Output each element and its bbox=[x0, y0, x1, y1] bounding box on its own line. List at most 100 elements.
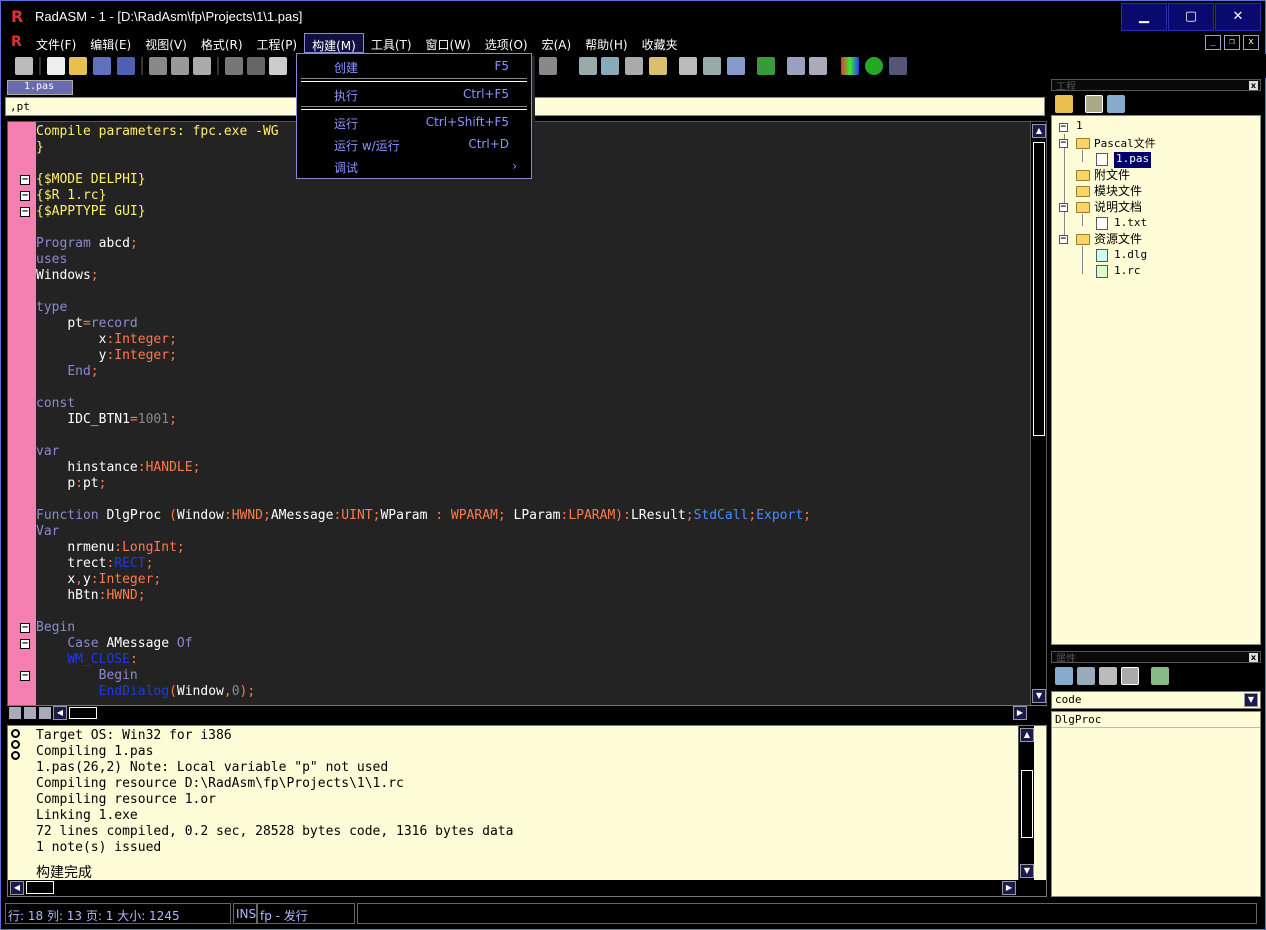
copy-icon[interactable] bbox=[171, 57, 189, 75]
menu-view[interactable]: 视图(V) bbox=[138, 33, 194, 53]
folder-view-icon[interactable] bbox=[1055, 95, 1073, 113]
new-file-icon[interactable] bbox=[47, 57, 65, 75]
project-props-icon[interactable] bbox=[1107, 95, 1125, 113]
extra-icon[interactable] bbox=[889, 57, 907, 75]
undo-icon[interactable] bbox=[225, 57, 243, 75]
output-tab-icon[interactable] bbox=[11, 729, 20, 738]
palette-icon[interactable] bbox=[865, 57, 883, 75]
scroll-left-icon[interactable]: ◀ bbox=[53, 706, 67, 720]
save-all-icon[interactable] bbox=[117, 57, 135, 75]
menu-options[interactable]: 选项(O) bbox=[478, 33, 535, 53]
menu-item-execute[interactable]: 执行 Ctrl+F5 bbox=[299, 84, 529, 104]
replace-icon[interactable] bbox=[601, 57, 619, 75]
close-button[interactable]: ✕ bbox=[1215, 3, 1261, 31]
paste-icon[interactable] bbox=[193, 57, 211, 75]
debug-tab-icon[interactable] bbox=[11, 751, 20, 760]
tree-pascal-file[interactable]: 1.pas bbox=[1114, 152, 1152, 168]
project-tree[interactable]: − 1 − Pascal文件 1.pas 附文件 模块文件 − 说明文档 1.t… bbox=[1051, 115, 1261, 645]
menu-item-run[interactable]: 运行 Ctrl+Shift+F5 bbox=[299, 112, 529, 132]
code-view-icon[interactable] bbox=[1055, 667, 1073, 685]
scroll-right-icon[interactable]: ▶ bbox=[1002, 881, 1016, 895]
fold-collapse-icon[interactable]: − bbox=[20, 175, 30, 185]
menu-help[interactable]: 帮助(H) bbox=[578, 33, 634, 53]
fold-collapse-icon[interactable]: − bbox=[20, 671, 30, 681]
goto-icon[interactable] bbox=[539, 57, 557, 75]
horizontal-scroll-thumb[interactable] bbox=[26, 881, 54, 894]
chevron-down-icon[interactable]: ▼ bbox=[1244, 693, 1258, 707]
menu-item-debug[interactable]: 调试 › bbox=[299, 156, 529, 176]
build-type[interactable]: fp - 发行 bbox=[257, 903, 355, 924]
find-icon[interactable] bbox=[579, 57, 597, 75]
refresh-icon[interactable] bbox=[1151, 667, 1169, 685]
close-icon[interactable]: x bbox=[1249, 653, 1258, 662]
menu-window[interactable]: 窗口(W) bbox=[419, 33, 478, 53]
delete-icon[interactable] bbox=[269, 57, 287, 75]
minimize-button[interactable]: ▁ bbox=[1121, 3, 1167, 31]
cut-icon[interactable] bbox=[149, 57, 167, 75]
color-icon[interactable] bbox=[841, 57, 859, 75]
scroll-up-icon[interactable]: ▲ bbox=[1032, 124, 1046, 138]
properties-item[interactable]: DlgProc bbox=[1055, 713, 1101, 726]
tools-icon[interactable] bbox=[625, 57, 643, 75]
output-icon[interactable] bbox=[679, 57, 697, 75]
menu-format[interactable]: 格式(R) bbox=[194, 33, 250, 53]
menu-item-create[interactable]: 创建 F5 bbox=[299, 56, 529, 76]
output-vertical-scrollbar[interactable]: ▲ ▼ bbox=[1018, 726, 1034, 880]
collapse-icon[interactable]: − bbox=[1059, 123, 1068, 132]
scroll-thumb[interactable] bbox=[1033, 142, 1045, 436]
editor-vertical-scrollbar[interactable]: ▲ ▼ bbox=[1030, 122, 1046, 705]
menu-file[interactable]: 文件(F) bbox=[29, 33, 83, 53]
maximize-button[interactable]: ▢ bbox=[1168, 3, 1214, 31]
save-icon[interactable] bbox=[93, 57, 111, 75]
window-icon[interactable] bbox=[727, 57, 745, 75]
project-icon[interactable] bbox=[649, 57, 667, 75]
build-hammer-icon[interactable] bbox=[787, 57, 805, 75]
scroll-thumb[interactable] bbox=[1021, 770, 1033, 838]
output-text[interactable]: Target OS: Win32 for i386 Compiling 1.pa… bbox=[36, 728, 1018, 880]
fold-collapse-icon[interactable]: − bbox=[20, 191, 30, 201]
immediate-tab-icon[interactable] bbox=[11, 740, 20, 749]
tree-res-dlg[interactable]: 1.dlg bbox=[1114, 248, 1147, 264]
document-icon[interactable]: R bbox=[11, 34, 22, 50]
fold-collapse-icon[interactable]: − bbox=[20, 639, 30, 649]
mdi-restore-button[interactable]: ❐ bbox=[1224, 35, 1240, 50]
make-hammer-icon[interactable] bbox=[809, 57, 827, 75]
menu-favorites[interactable]: 收藏夹 bbox=[635, 33, 685, 53]
view-mode-icon[interactable] bbox=[9, 707, 21, 719]
properties-list[interactable]: DlgProc bbox=[1051, 711, 1261, 897]
tree-module-group[interactable]: 模块文件 bbox=[1094, 183, 1142, 199]
mdi-close-button[interactable]: x bbox=[1243, 35, 1259, 50]
fold-collapse-icon[interactable]: − bbox=[20, 623, 30, 633]
tree-docs-group[interactable]: 说明文档 bbox=[1094, 199, 1142, 215]
scroll-down-icon[interactable]: ▼ bbox=[1020, 864, 1034, 878]
print-icon[interactable] bbox=[15, 57, 33, 75]
menu-build[interactable]: 构建(M) bbox=[304, 33, 364, 53]
mdi-minimize-button[interactable]: _ bbox=[1205, 35, 1221, 50]
collapse-icon[interactable]: − bbox=[1059, 235, 1068, 244]
close-icon[interactable]: x bbox=[1249, 81, 1258, 90]
menu-tools[interactable]: 工具(T) bbox=[364, 33, 419, 53]
collapse-icon[interactable]: − bbox=[1059, 139, 1068, 148]
scroll-up-icon[interactable]: ▲ bbox=[1020, 728, 1034, 742]
tab-1-pas[interactable]: 1.pas bbox=[7, 80, 73, 95]
split-view-icon[interactable] bbox=[24, 707, 36, 719]
doc-view-icon[interactable] bbox=[1099, 667, 1117, 685]
menu-item-run-with[interactable]: 运行 w/运行 Ctrl+D bbox=[299, 134, 529, 154]
tree-pascal-group[interactable]: Pascal文件 bbox=[1094, 135, 1156, 151]
list-view-icon[interactable] bbox=[39, 707, 51, 719]
properties-select[interactable]: code ▼ bbox=[1051, 691, 1261, 709]
menu-macro[interactable]: 宏(A) bbox=[535, 33, 579, 53]
scroll-down-icon[interactable]: ▼ bbox=[1032, 689, 1046, 703]
tree-res-rc[interactable]: 1.rc bbox=[1114, 264, 1141, 280]
code-text[interactable]: Compile parameters: fpc.exe -WG } {$MODE… bbox=[36, 124, 1028, 705]
menu-project[interactable]: 工程(P) bbox=[250, 33, 305, 53]
scroll-right-icon[interactable]: ▶ bbox=[1013, 706, 1027, 720]
menu-edit[interactable]: 编辑(E) bbox=[83, 33, 138, 53]
code-editor[interactable]: − − − − − − Compile parameters: fpc.exe -WG }… bbox=[7, 121, 1047, 706]
run-icon[interactable] bbox=[757, 57, 775, 75]
tree-misc-group[interactable]: 附文件 bbox=[1094, 167, 1130, 183]
tree-docs-file[interactable]: 1.txt bbox=[1114, 216, 1147, 232]
layers-view-icon[interactable] bbox=[1077, 667, 1095, 685]
horizontal-scroll-thumb[interactable] bbox=[69, 707, 97, 719]
output-horizontal-scrollbar[interactable]: ◀ ▶ bbox=[8, 880, 1046, 896]
